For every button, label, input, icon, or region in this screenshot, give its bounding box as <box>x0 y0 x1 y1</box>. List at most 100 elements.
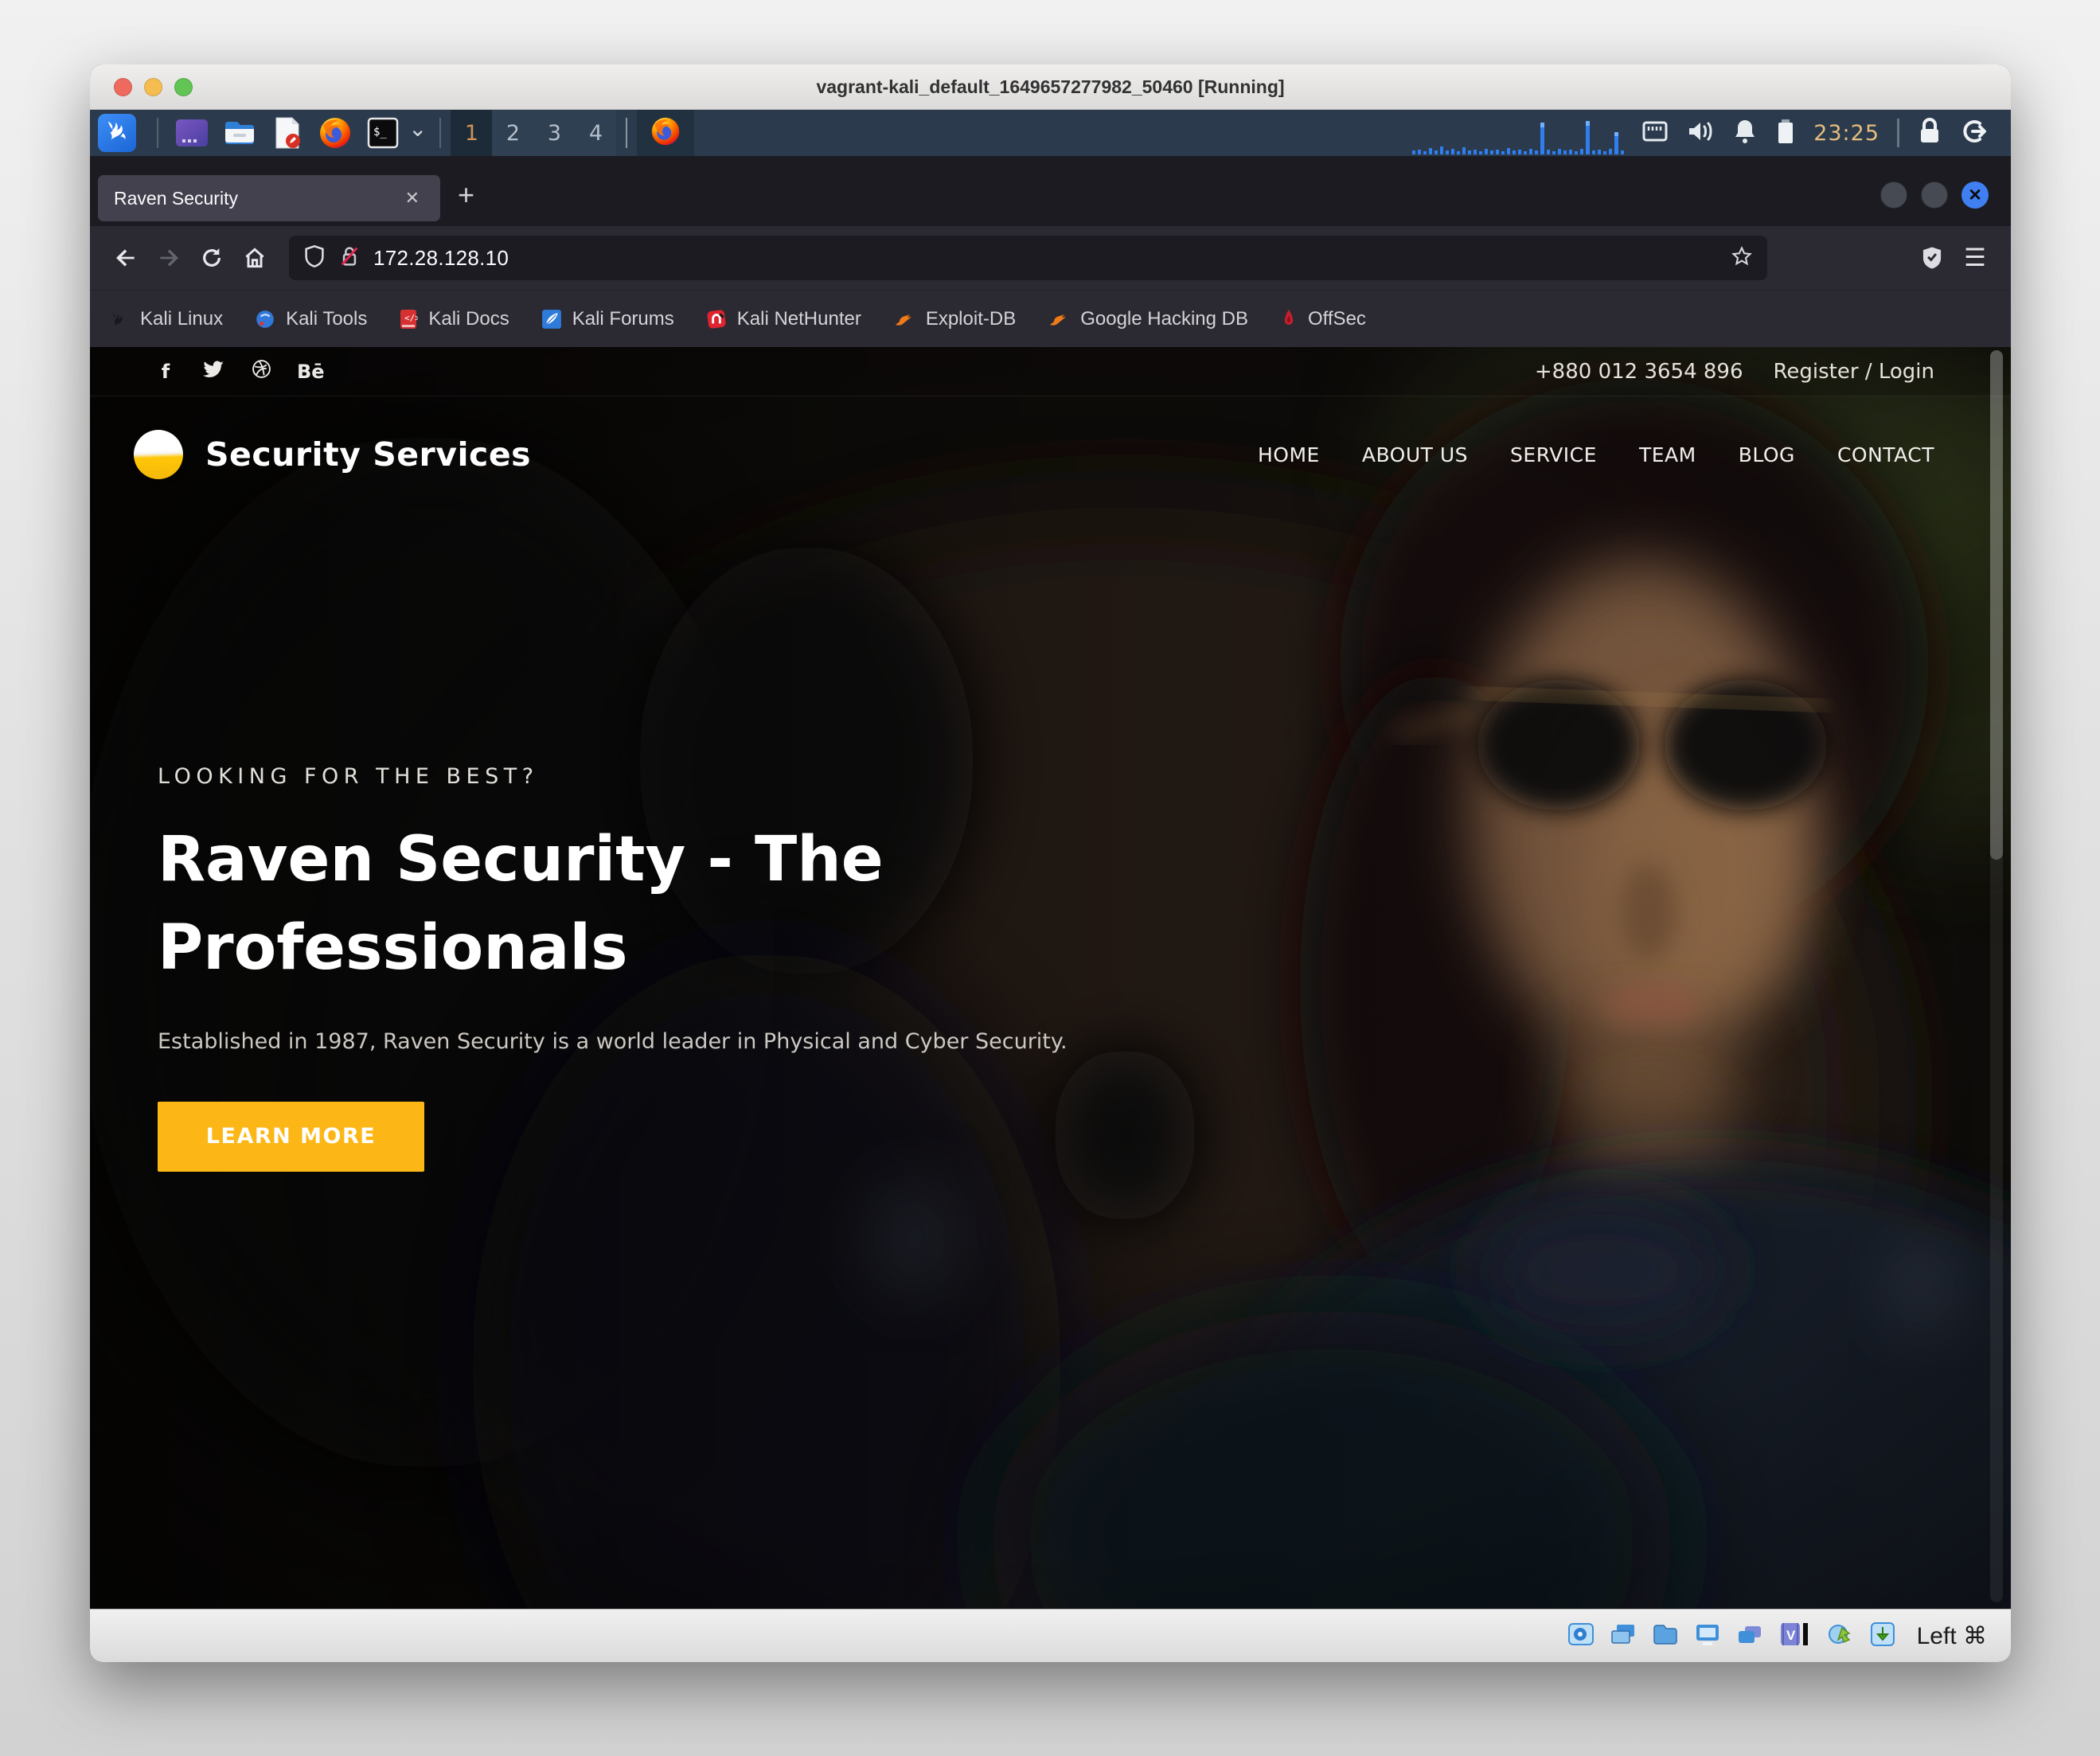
vbox-status-bar: V Left ⌘ <box>90 1609 2011 1662</box>
url-text[interactable]: 172.28.128.10 <box>373 246 1718 271</box>
minimize-button[interactable] <box>1880 181 1907 209</box>
mac-minimize-button[interactable] <box>144 78 162 96</box>
vm-window-title: vagrant-kali_default_1649657277982_50460… <box>816 76 1284 98</box>
bookmark-exploit-db[interactable]: Exploit-DB <box>893 308 1016 330</box>
bookmark-kali-forums[interactable]: Kali Forums <box>541 308 674 330</box>
firefox-icon <box>650 116 681 150</box>
tray-separator <box>1897 119 1899 147</box>
behance-icon[interactable]: Bē <box>297 361 321 383</box>
protections-shield-icon[interactable] <box>1911 236 1954 279</box>
vbox-virtualization-icon[interactable]: V <box>1778 1620 1813 1653</box>
bookmark-google-hacking-db[interactable]: Google Hacking DB <box>1048 308 1248 330</box>
nav-about-us[interactable]: ABOUT US <box>1362 443 1468 466</box>
learn-more-button[interactable]: LEARN MORE <box>158 1102 424 1172</box>
hero-subtitle: Established in 1987, Raven Security is a… <box>158 1029 2011 1054</box>
bookmark-star-icon[interactable] <box>1731 245 1753 271</box>
site-header: Security Services HOME ABOUT US SERVICE … <box>90 396 2011 513</box>
new-tab-button[interactable]: + <box>458 178 474 212</box>
workspace-1[interactable]: 1 <box>451 110 492 156</box>
nav-team[interactable]: TEAM <box>1639 443 1696 466</box>
nav-blog[interactable]: BLOG <box>1739 443 1795 466</box>
hero-section: LOOKING FOR THE BEST? Raven Security - T… <box>90 513 2011 1172</box>
firefox-app-icon[interactable] <box>316 114 354 152</box>
close-button[interactable]: ✕ <box>1961 181 1989 209</box>
shield-icon[interactable] <box>303 244 326 272</box>
url-bar[interactable]: 172.28.128.10 <box>289 236 1767 280</box>
firefox-tabbar: Raven Security ✕ + ✕ <box>90 156 2011 226</box>
home-button[interactable] <box>233 236 276 279</box>
forward-button[interactable] <box>147 236 190 279</box>
tab-close-icon[interactable]: ✕ <box>400 185 424 212</box>
terminal-app-icon[interactable] <box>173 114 211 152</box>
bookmarks-bar: Kali Linux Kali Tools </> Kali Docs Kali… <box>90 290 2011 347</box>
dribbble-icon[interactable] <box>249 359 273 384</box>
twitter-icon[interactable] <box>201 361 225 383</box>
bookmark-kali-nethunter[interactable]: Kali NetHunter <box>706 308 861 330</box>
text-editor-icon[interactable] <box>268 114 306 152</box>
vbox-mouse-icon[interactable] <box>1826 1620 1855 1653</box>
system-tray: 23:25 <box>1627 117 2003 150</box>
kali-forums-favicon <box>541 309 562 330</box>
panel-separator <box>439 118 441 148</box>
site-topbar: f Bē +880 012 3654 896 Register / Login <box>90 347 2011 396</box>
clock[interactable]: 23:25 <box>1813 121 1879 146</box>
browser-tab[interactable]: Raven Security ✕ <box>98 175 440 221</box>
phone-number: +880 012 3654 896 <box>1535 360 1743 384</box>
exploit-db-favicon <box>893 310 915 329</box>
register-login-link[interactable]: Register / Login <box>1774 360 1934 384</box>
hero-title: Raven Security - The Professionals <box>158 816 1105 993</box>
taskbar-firefox-button[interactable] <box>637 110 694 156</box>
mac-close-button[interactable] <box>114 78 132 96</box>
vbox-display-icon[interactable] <box>1693 1620 1722 1653</box>
page-scrollbar[interactable] <box>1990 350 2003 1602</box>
nav-home[interactable]: HOME <box>1258 443 1320 466</box>
hero-kicker: LOOKING FOR THE BEST? <box>158 764 2011 789</box>
firefox-window-controls: ✕ <box>1880 181 1989 209</box>
workspace-2[interactable]: 2 <box>492 110 533 156</box>
mac-traffic-lights <box>114 64 193 109</box>
mac-titlebar[interactable]: vagrant-kali_default_1649657277982_50460… <box>90 64 2011 110</box>
maximize-button[interactable] <box>1921 181 1948 209</box>
vbox-network-icon[interactable] <box>1609 1620 1637 1653</box>
bookmark-offsec[interactable]: OffSec <box>1280 308 1366 330</box>
web-content: f Bē +880 012 3654 896 Register / Login … <box>90 347 2011 1609</box>
hamburger-menu-icon[interactable]: ☰ <box>1954 236 1997 279</box>
workspace-4[interactable]: 4 <box>575 110 616 156</box>
workspace-3[interactable]: 3 <box>533 110 575 156</box>
reload-button[interactable] <box>190 236 233 279</box>
kali-nethunter-favicon <box>706 309 727 330</box>
file-manager-icon[interactable] <box>221 114 259 152</box>
vbox-usb-icon[interactable] <box>1868 1620 1897 1653</box>
vbox-shared-folders-icon[interactable] <box>1651 1620 1680 1653</box>
svg-text:</>: </> <box>404 313 418 323</box>
lock-screen-icon[interactable] <box>1917 117 1942 150</box>
site-logo-text[interactable]: Security Services <box>205 435 531 474</box>
kali-apps-menu-button[interactable] <box>98 114 136 152</box>
svg-text:V: V <box>1786 1628 1796 1643</box>
volume-tray-icon[interactable] <box>1686 119 1715 148</box>
google-hacking-db-favicon <box>1048 310 1070 329</box>
insecure-lock-icon[interactable] <box>338 244 361 272</box>
kali-docs-favicon: </> <box>399 309 418 330</box>
nav-service[interactable]: SERVICE <box>1510 443 1597 466</box>
cpu-graph-bars <box>1411 111 1627 156</box>
cpu-load-graph[interactable] <box>1411 110 1627 156</box>
bookmark-kali-tools[interactable]: Kali Tools <box>255 308 367 330</box>
facebook-icon[interactable]: f <box>154 361 178 383</box>
back-button[interactable] <box>104 236 147 279</box>
host-key-label: Left ⌘ <box>1917 1622 1987 1650</box>
mac-zoom-button[interactable] <box>174 78 193 96</box>
scrollbar-thumb[interactable] <box>1990 350 2003 860</box>
site-logo-icon[interactable] <box>134 430 183 479</box>
vbox-recording-icon[interactable] <box>1735 1620 1764 1653</box>
bookmark-kali-linux[interactable]: Kali Linux <box>109 308 223 330</box>
bookmark-kali-docs[interactable]: </> Kali Docs <box>399 308 509 330</box>
vbox-hdd-icon[interactable] <box>1567 1620 1595 1653</box>
launcher-chevron-icon[interactable]: ⌄ <box>408 121 427 137</box>
terminal-emulator-icon[interactable]: $_ <box>364 114 402 152</box>
battery-icon[interactable] <box>1775 118 1796 149</box>
notifications-bell-icon[interactable] <box>1732 118 1758 149</box>
logout-power-icon[interactable] <box>1960 118 1987 149</box>
network-tray-icon[interactable] <box>1641 119 1669 147</box>
nav-contact[interactable]: CONTACT <box>1837 443 1934 466</box>
